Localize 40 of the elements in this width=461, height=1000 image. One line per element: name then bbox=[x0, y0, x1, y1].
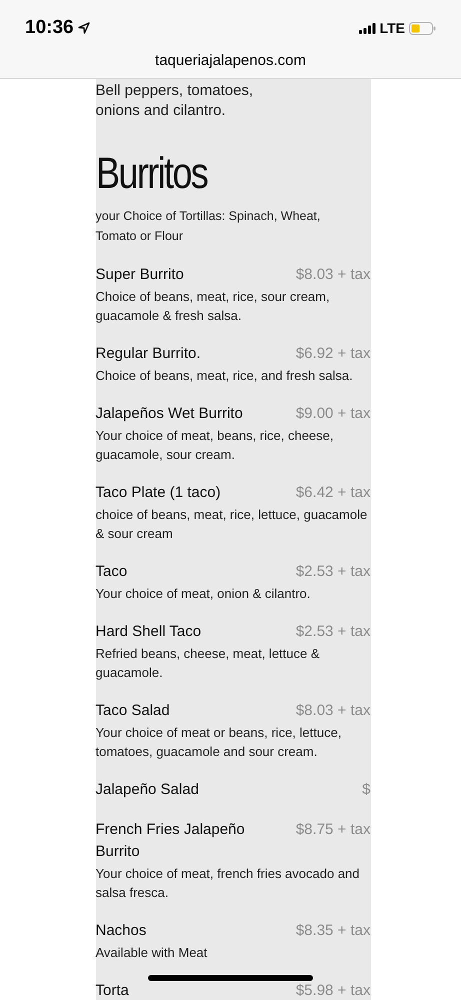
item-price: $ bbox=[362, 780, 370, 800]
item-name: Torta bbox=[96, 981, 129, 1000]
item-name: Taco Plate (1 taco) bbox=[96, 483, 221, 503]
item-name: Jalapeños Wet Burrito bbox=[96, 404, 243, 424]
section-title: Burritos bbox=[96, 148, 208, 200]
item-name: Regular Burrito. bbox=[96, 344, 201, 364]
item-description: Choice of beans, meat, rice, and fresh salsa. bbox=[96, 367, 353, 385]
status-time: 10:36 bbox=[25, 16, 74, 40]
item-name: Taco bbox=[96, 562, 128, 582]
item-description: Your choice of meat, french fries avocado and salsa fresca. bbox=[96, 865, 361, 902]
item-price: $5.98 + tax bbox=[296, 981, 370, 1000]
item-price: $8.03 + tax bbox=[296, 701, 370, 721]
signal-icon bbox=[358, 22, 376, 34]
item-price: $8.35 + tax bbox=[296, 921, 370, 941]
item-description: choice of beans, meat, rice, lettuce, guacamole & sour cream bbox=[96, 506, 368, 543]
item-price: $2.53 + tax bbox=[296, 562, 370, 582]
item-name: French Fries Jalapeño Burrito bbox=[96, 820, 246, 862]
item-description: Your choice of meat or beans, rice, lettuce, tomatoes, guacamole and sour cream. bbox=[96, 724, 342, 761]
item-description: Your choice of meat, beans, rice, cheese, guacamole, sour cream. bbox=[96, 427, 334, 464]
item-description: Available with Meat bbox=[96, 944, 208, 962]
item-name: Jalapeño Salad bbox=[96, 780, 199, 800]
item-name: Taco Salad bbox=[96, 701, 170, 721]
item-description: Your choice of meat, onion & cilantro. bbox=[96, 585, 310, 603]
item-price: $2.53 + tax bbox=[296, 622, 370, 642]
battery-icon bbox=[409, 22, 436, 34]
network-label: LTE bbox=[380, 18, 405, 38]
item-description: Choice of beans, meat, rice, sour cream, guacamole & fresh salsa. bbox=[96, 288, 331, 325]
item-price: $9.00 + tax bbox=[296, 404, 370, 424]
section-subtitle: your Choice of Tortillas: Spinach, Wheat, Tomato or Flour bbox=[96, 208, 322, 245]
item-name: Super Burrito bbox=[96, 265, 184, 285]
item-price: $8.75 + tax bbox=[296, 820, 370, 840]
item-description: Refried beans, cheese, meat, lettuce & guacamole. bbox=[96, 645, 321, 682]
url-text[interactable]: taqueriajalapenos.com bbox=[155, 50, 306, 72]
item-price: $6.92 + tax bbox=[296, 344, 370, 364]
location-arrow-icon bbox=[78, 22, 90, 34]
intro-text: Bell peppers, tomatoes, onions and cilantro. bbox=[96, 81, 254, 121]
item-name: Hard Shell Taco bbox=[96, 622, 202, 642]
item-price: $6.42 + tax bbox=[296, 483, 370, 503]
item-name: Nachos bbox=[96, 921, 146, 941]
item-price: $8.03 + tax bbox=[296, 265, 370, 285]
